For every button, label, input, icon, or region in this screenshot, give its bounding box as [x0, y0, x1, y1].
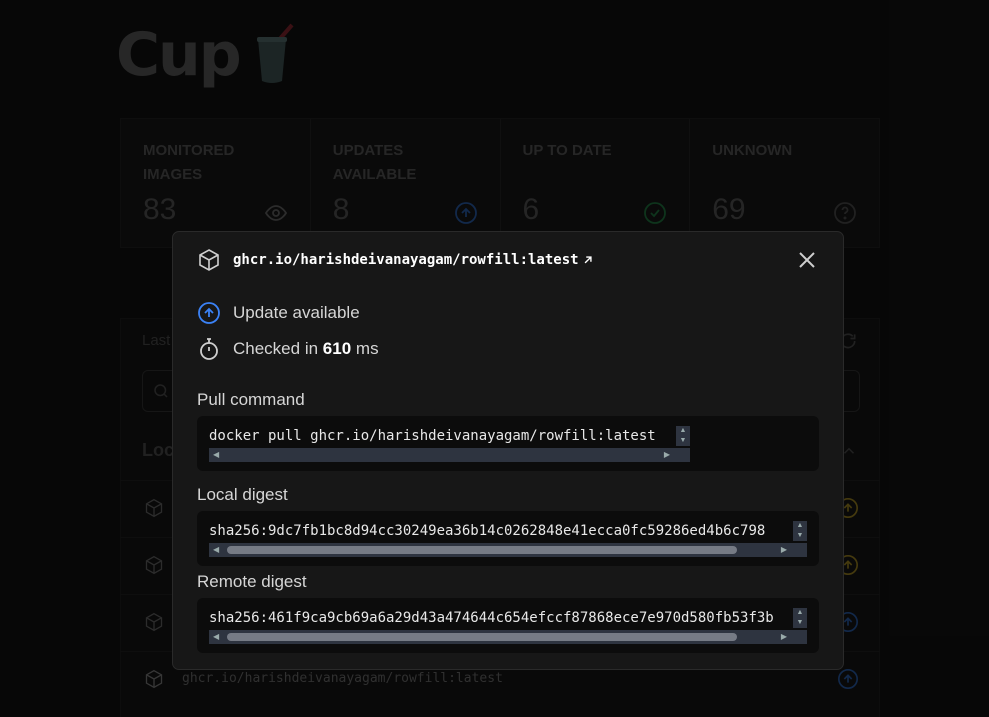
scroll-thumb[interactable] — [227, 546, 737, 554]
remote-digest-text[interactable]: sha256:461f9ca9cb69a6a29d43a474644c654ef… — [209, 608, 807, 628]
local-digest-label: Local digest — [197, 485, 288, 504]
external-link-icon — [584, 256, 592, 264]
stopwatch-icon — [200, 338, 218, 360]
local-digest-box: sha256:9dc7fb1bc8d94cc30249ea36b14c02628… — [197, 511, 819, 566]
remote-digest-label: Remote digest — [197, 572, 307, 591]
checked-unit: ms — [355, 339, 379, 358]
box-icon — [199, 249, 219, 271]
remote-digest-scroll[interactable]: sha256:461f9ca9cb69a6a29d43a474644c654ef… — [209, 608, 807, 644]
arrow-up-circle-icon — [198, 302, 220, 324]
horizontal-scrollbar[interactable]: ◀ ▶ — [209, 630, 807, 644]
local-digest-scroll[interactable]: sha256:9dc7fb1bc8d94cc30249ea36b14c02628… — [209, 521, 807, 557]
checked-value: 610 — [322, 339, 352, 358]
pull-command-box: docker pull ghcr.io/harishdeivanayagam/r… — [197, 416, 819, 471]
checked-prefix: Checked in — [233, 339, 319, 358]
checked-text: Checked in 610 ms — [233, 339, 379, 359]
status-text: Update available — [233, 303, 360, 322]
horizontal-scrollbar[interactable]: ◀ ▶ — [209, 543, 807, 557]
vertical-scrollbar[interactable]: ▲ ▼ — [793, 608, 807, 628]
close-icon[interactable] — [795, 248, 819, 272]
modal-title: ghcr.io/harishdeivanayagam/rowfill:lates… — [233, 252, 579, 268]
modal-header: ghcr.io/harishdeivanayagam/rowfill:lates… — [197, 248, 595, 272]
local-digest-text[interactable]: sha256:9dc7fb1bc8d94cc30249ea36b14c02628… — [209, 521, 807, 541]
pull-command-label: Pull command — [197, 390, 305, 409]
image-link[interactable]: ghcr.io/harishdeivanayagam/rowfill:lates… — [233, 252, 595, 268]
vertical-scrollbar[interactable]: ▲ ▼ — [793, 521, 807, 541]
pull-command-scroll[interactable]: docker pull ghcr.io/harishdeivanayagam/r… — [209, 426, 690, 462]
update-status: Update available — [197, 301, 360, 325]
image-details-modal: ghcr.io/harishdeivanayagam/rowfill:lates… — [172, 231, 844, 670]
vertical-scrollbar[interactable]: ▲ ▼ — [676, 426, 690, 446]
scroll-thumb[interactable] — [227, 633, 737, 641]
horizontal-scrollbar[interactable]: ◀ ▶ — [209, 448, 690, 462]
remote-digest-box: sha256:461f9ca9cb69a6a29d43a474644c654ef… — [197, 598, 819, 653]
pull-command-text[interactable]: docker pull ghcr.io/harishdeivanayagam/r… — [209, 426, 690, 446]
check-time: Checked in 610 ms — [197, 337, 379, 361]
